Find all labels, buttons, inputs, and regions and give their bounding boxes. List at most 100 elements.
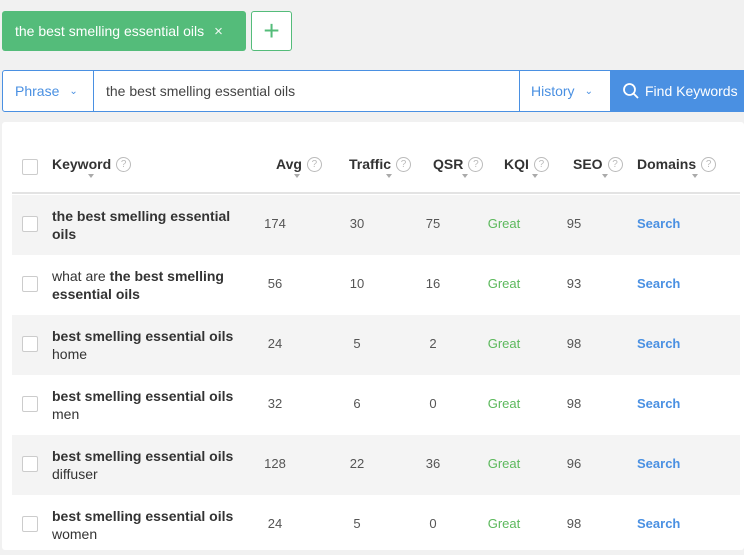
row-checkbox[interactable] — [22, 456, 38, 472]
column-header-avg[interactable]: Avg? — [276, 156, 322, 172]
qsr-value: 0 — [429, 396, 437, 411]
help-icon[interactable]: ? — [533, 156, 549, 172]
column-label: QSR — [433, 156, 464, 172]
traffic-value: 5 — [353, 516, 361, 531]
traffic-value: 5 — [353, 336, 361, 351]
seo-value: 98 — [566, 336, 582, 351]
avg-value: 128 — [264, 456, 286, 471]
table-row: the best smelling essential oils 174 30 75 G… — [12, 195, 740, 255]
domains-search-link[interactable]: Search — [637, 456, 697, 471]
keyword-suffix: home — [52, 346, 88, 362]
add-tag-button[interactable]: + — [251, 11, 292, 51]
keyword-prefix: what are — [52, 268, 110, 284]
seo-value: 93 — [566, 276, 582, 291]
column-header-kqi[interactable]: KQI? — [504, 156, 549, 172]
kqi-value: Great — [487, 216, 521, 231]
column-label: Domains — [637, 156, 697, 172]
sort-arrow-icon[interactable] — [462, 174, 468, 178]
column-header-traffic[interactable]: Traffic? — [349, 156, 412, 172]
row-checkbox[interactable] — [22, 396, 38, 412]
qsr-value: 75 — [425, 216, 441, 231]
domains-search-link[interactable]: Search — [637, 516, 697, 531]
sort-arrow-icon[interactable] — [602, 174, 608, 178]
avg-value: 32 — [267, 396, 283, 411]
domains-search-link[interactable]: Search — [637, 396, 697, 411]
qsr-value: 0 — [429, 516, 437, 531]
sort-arrow-icon[interactable] — [692, 174, 698, 178]
row-checkbox[interactable] — [22, 276, 38, 292]
find-keywords-label: Find Keywords — [645, 83, 738, 99]
keyword-match: the best smelling essential oils — [52, 208, 231, 242]
qsr-value: 36 — [425, 456, 441, 471]
help-icon[interactable]: ? — [306, 156, 322, 172]
match-mode-dropdown[interactable]: Phrase ⌄ — [3, 71, 94, 111]
column-header-domains[interactable]: Domains? — [637, 156, 717, 172]
seo-value: 98 — [566, 516, 582, 531]
match-mode-label: Phrase — [15, 83, 60, 99]
keyword-text: the best smelling essential oils — [52, 207, 242, 243]
domains-search-link[interactable]: Search — [637, 336, 697, 351]
close-icon[interactable]: × — [214, 23, 223, 40]
kqi-value: Great — [487, 456, 521, 471]
tag-label: the best smelling essential oils — [15, 23, 205, 39]
row-checkbox[interactable] — [22, 216, 38, 232]
kqi-value: Great — [487, 516, 521, 531]
domains-search-link[interactable]: Search — [637, 216, 697, 231]
keyword-tag[interactable]: the best smelling essential oils × — [2, 11, 246, 51]
keyword-text: best smelling essential oils women — [52, 507, 242, 543]
chevron-down-icon: ⌄ — [584, 85, 593, 97]
keyword-match: best smelling essential oils — [52, 508, 234, 524]
sort-arrow-icon[interactable] — [386, 174, 392, 178]
search-bar: Phrase ⌄ History ⌄ Find Keywords — [2, 70, 744, 112]
keyword-search-input[interactable] — [94, 71, 519, 111]
keyword-text: best smelling essential oils men — [52, 387, 242, 423]
results-table: Keyword? Avg? Traffic? QSR? KQI? SEO? Domains?… — [2, 122, 744, 550]
keyword-match: best smelling essential oils — [52, 328, 234, 344]
find-keywords-button[interactable]: Find Keywords — [610, 70, 744, 112]
qsr-value: 2 — [429, 336, 437, 351]
chevron-down-icon: ⌄ — [69, 85, 78, 97]
table-row: best smelling essential oils diffuser 128 2… — [12, 435, 740, 495]
traffic-value: 10 — [349, 276, 365, 291]
help-icon[interactable]: ? — [607, 156, 623, 172]
help-icon[interactable]: ? — [116, 156, 132, 172]
select-all-checkbox[interactable] — [22, 159, 38, 175]
table-header: Keyword? Avg? Traffic? QSR? KQI? SEO? Domains? — [12, 140, 740, 194]
avg-value: 56 — [267, 276, 283, 291]
table-row: best smelling essential oils home 24 5 2 Grea… — [12, 315, 740, 375]
seo-value: 98 — [566, 396, 582, 411]
history-label: History — [531, 83, 575, 99]
column-header-keyword[interactable]: Keyword? — [52, 156, 132, 172]
column-label: KQI — [504, 156, 529, 172]
avg-value: 24 — [267, 336, 283, 351]
keyword-text: best smelling essential oils home — [52, 327, 242, 363]
row-checkbox[interactable] — [22, 336, 38, 352]
history-dropdown[interactable]: History ⌄ — [519, 71, 610, 111]
table-row: best smelling essential oils men 32 6 0 Great… — [12, 375, 740, 435]
column-label: Avg — [276, 156, 302, 172]
kqi-value: Great — [487, 276, 521, 291]
seo-value: 95 — [566, 216, 582, 231]
seo-value: 96 — [566, 456, 582, 471]
help-icon[interactable]: ? — [468, 156, 484, 172]
help-icon[interactable]: ? — [396, 156, 412, 172]
sort-arrow-icon[interactable] — [532, 174, 538, 178]
column-label: Keyword — [52, 156, 112, 172]
help-icon[interactable]: ? — [701, 156, 717, 172]
kqi-value: Great — [487, 396, 521, 411]
traffic-value: 30 — [349, 216, 365, 231]
table-row: what are the best smelling essential oil… — [12, 255, 740, 315]
table-row: best smelling essential oils women 24 5 0 Gre… — [12, 495, 740, 555]
column-label: Traffic — [349, 156, 392, 172]
domains-search-link[interactable]: Search — [637, 276, 697, 291]
keyword-text: what are the best smelling essential oil… — [52, 267, 242, 303]
qsr-value: 16 — [425, 276, 441, 291]
keyword-suffix: women — [52, 526, 98, 542]
column-header-qsr[interactable]: QSR? — [433, 156, 484, 172]
column-header-seo[interactable]: SEO? — [573, 156, 623, 172]
column-label: SEO — [573, 156, 603, 172]
sort-arrow-icon[interactable] — [294, 174, 300, 178]
sort-arrow-icon[interactable] — [88, 174, 94, 178]
keyword-text: best smelling essential oils diffuser — [52, 447, 242, 483]
row-checkbox[interactable] — [22, 516, 38, 532]
